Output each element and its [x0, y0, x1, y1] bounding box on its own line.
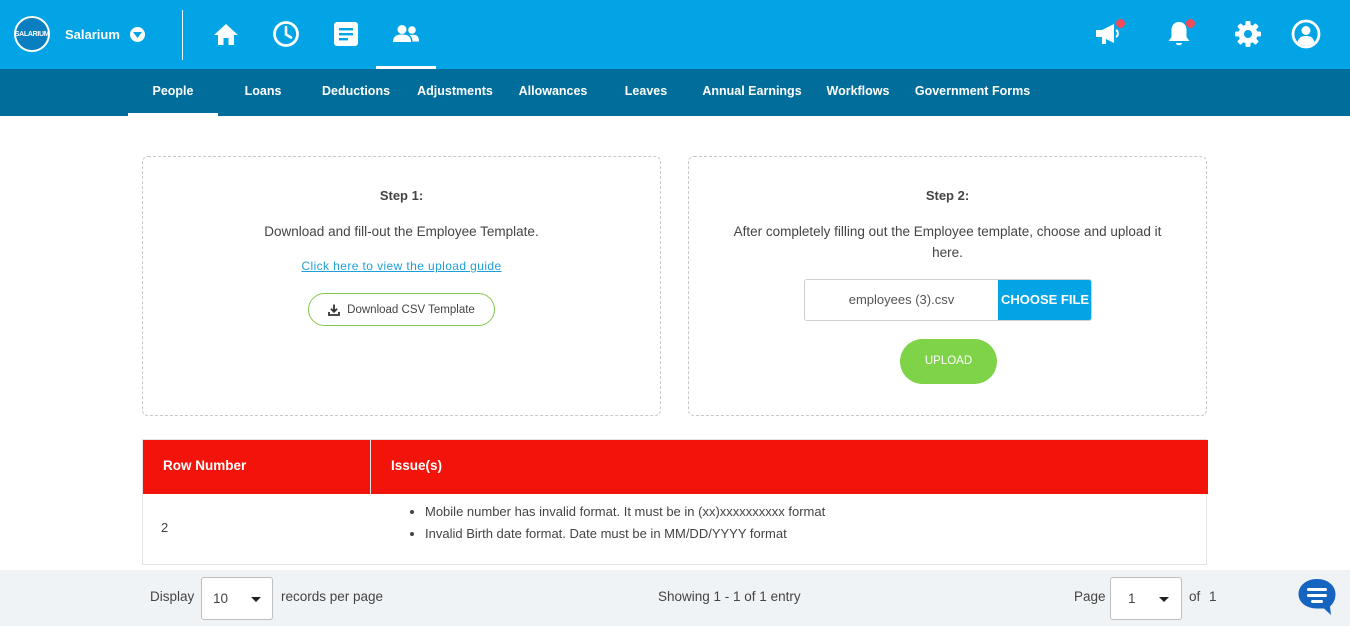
- showing-entries-text: Showing 1 - 1 of 1 entry: [658, 589, 801, 604]
- tab-adjustments[interactable]: Adjustments: [412, 69, 498, 116]
- header-divider: [182, 10, 183, 60]
- company-name[interactable]: Salarium: [65, 27, 120, 42]
- user-icon[interactable]: [1289, 17, 1323, 51]
- issues-cell: Mobile number has invalid format. It mus…: [407, 501, 825, 545]
- step1-card: Step 1: Download and fill-out the Employ…: [142, 156, 661, 416]
- page-select[interactable]: 1: [1110, 577, 1182, 620]
- page-label: Page: [1074, 589, 1106, 604]
- download-csv-template-button[interactable]: Download CSV Template: [308, 293, 495, 326]
- choose-file-button[interactable]: CHOOSE FILE: [998, 280, 1091, 320]
- chevron-down-icon: [251, 597, 261, 602]
- row-number-cell: 2: [161, 520, 169, 535]
- tab-deductions[interactable]: Deductions: [316, 69, 396, 116]
- issue-item: Mobile number has invalid format. It mus…: [425, 501, 825, 523]
- pagination-footer: Display 10 records per page Showing 1 - …: [0, 570, 1350, 626]
- tab-government-forms[interactable]: Government Forms: [912, 69, 1033, 116]
- people-icon[interactable]: [389, 17, 423, 51]
- selected-file-name: employees (3).csv: [848, 292, 955, 307]
- chat-support-icon[interactable]: [1297, 577, 1337, 617]
- download-icon: [328, 304, 341, 316]
- of-label: of: [1189, 589, 1201, 604]
- display-label: Display: [150, 589, 195, 604]
- salarium-logo[interactable]: SALARIUM: [14, 16, 50, 52]
- file-picker[interactable]: employees (3).csv CHOOSE FILE: [804, 279, 1092, 321]
- tab-people[interactable]: People: [128, 69, 218, 116]
- issue-item: Invalid Birth date format. Date must be …: [425, 523, 825, 545]
- column-header-issues: Issue(s): [391, 458, 443, 473]
- gear-icon[interactable]: [1231, 17, 1265, 51]
- bell-icon[interactable]: [1162, 17, 1196, 51]
- tab-leaves[interactable]: Leaves: [616, 69, 676, 116]
- download-csv-template-label: Download CSV Template: [347, 303, 475, 316]
- top-bar: SALARIUM Salarium: [0, 0, 1350, 69]
- chevron-down-icon: [1159, 597, 1169, 602]
- sub-navigation: People Loans Deductions Adjustments Allo…: [0, 69, 1350, 116]
- step1-title: Step 1:: [379, 188, 424, 203]
- document-icon[interactable]: [329, 17, 363, 51]
- records-per-page-select[interactable]: 10: [201, 577, 273, 620]
- column-divider: [370, 440, 371, 494]
- notification-badge: [1186, 19, 1195, 28]
- issues-table: Row Number Issue(s) 2 Mobile number has …: [142, 439, 1208, 565]
- step2-instructions: After completely filling out the Employe…: [733, 224, 1162, 260]
- records-per-page-value: 10: [213, 591, 229, 606]
- step2-card: Step 2: After completely filling out the…: [688, 156, 1207, 416]
- tab-allowances[interactable]: Allowances: [513, 69, 593, 116]
- upload-button[interactable]: UPLOAD: [900, 339, 997, 384]
- tab-workflows[interactable]: Workflows: [821, 69, 895, 116]
- page-select-value: 1: [1128, 591, 1136, 606]
- logo-text: SALARIUM: [14, 30, 50, 38]
- home-icon[interactable]: [209, 17, 243, 51]
- total-pages: 1: [1209, 589, 1217, 604]
- megaphone-icon[interactable]: [1091, 17, 1125, 51]
- column-header-row-number: Row Number: [163, 458, 247, 473]
- announcement-badge: [1116, 19, 1125, 28]
- tab-annual-earnings[interactable]: Annual Earnings: [697, 69, 807, 116]
- issues-table-header: Row Number Issue(s): [143, 440, 1208, 494]
- records-per-page-label: records per page: [281, 589, 384, 604]
- step1-instructions: Download and fill-out the Employee Templ…: [264, 224, 539, 239]
- company-dropdown-icon[interactable]: [130, 27, 145, 42]
- upload-guide-link[interactable]: Click here to view the upload guide: [143, 259, 660, 273]
- clock-icon[interactable]: [269, 17, 303, 51]
- tab-loans[interactable]: Loans: [233, 69, 293, 116]
- step2-title: Step 2:: [925, 188, 970, 203]
